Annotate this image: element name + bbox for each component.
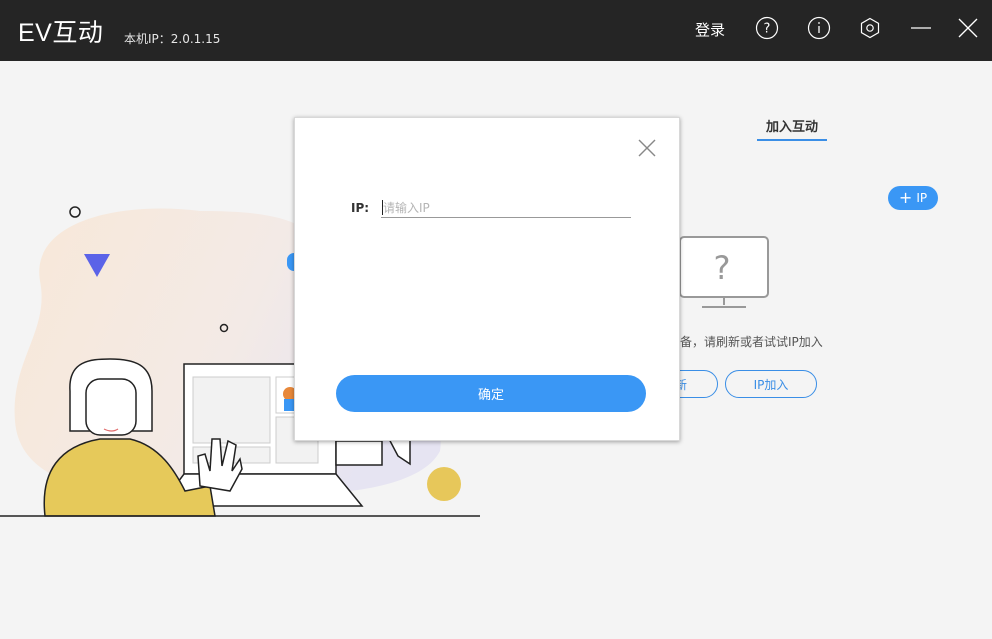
svg-text:?: ?: [714, 249, 731, 287]
ip-join-button[interactable]: IP加入: [725, 370, 817, 398]
local-ip-label: 本机IP：2.0.1.15: [124, 32, 221, 46]
unknown-device-icon: ?: [679, 236, 769, 308]
minimize-icon[interactable]: [909, 16, 933, 40]
add-ip-label: IP: [916, 191, 928, 205]
no-device-hint: 备，请刷新或者试试IP加入: [680, 335, 823, 349]
help-icon[interactable]: ?: [755, 16, 779, 40]
tab-join-interaction[interactable]: 加入互动: [757, 116, 827, 141]
app-title: EV互动: [18, 19, 104, 47]
dialog-close-icon[interactable]: [637, 138, 657, 158]
title-bar: EV互动 本机IP：2.0.1.15 登录 ?: [0, 0, 992, 61]
svg-text:?: ?: [764, 22, 771, 37]
ip-input[interactable]: [381, 198, 631, 218]
ip-field-label: IP:: [351, 201, 370, 215]
text-caret: [382, 200, 383, 215]
ip-join-dialog: IP: 确定: [294, 117, 680, 441]
plus-icon: +: [898, 188, 913, 207]
info-icon[interactable]: [807, 16, 831, 40]
close-icon[interactable]: [956, 16, 980, 40]
add-ip-button[interactable]: + IP: [888, 186, 938, 210]
settings-icon[interactable]: [858, 16, 882, 40]
login-button[interactable]: 登录: [695, 19, 725, 40]
confirm-button[interactable]: 确定: [336, 375, 646, 412]
